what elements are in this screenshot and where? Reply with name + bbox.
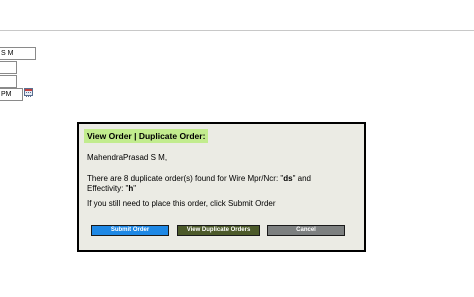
dialog-title: View Order | Duplicate Order:: [84, 129, 209, 143]
message-prefix: There are 8 duplicate order(s) found for…: [87, 174, 284, 183]
time-field[interactable]: PM: [0, 88, 23, 101]
form-field-2[interactable]: [0, 61, 17, 74]
requester-name-field[interactable]: S M: [0, 47, 36, 60]
effectivity-suffix: ": [133, 184, 137, 193]
effectivity-prefix: Effectivity: ": [87, 184, 129, 193]
submit-order-button[interactable]: Submit Order: [91, 225, 169, 236]
message-mid: " and: [292, 174, 312, 183]
duplicate-message-line-2: Effectivity: "h": [87, 184, 136, 194]
greeting-text: MahendraPrasad S M,: [87, 153, 168, 162]
cancel-button[interactable]: Cancel: [267, 225, 345, 236]
duplicate-order-dialog: View Order | Duplicate Order: MahendraPr…: [77, 122, 366, 252]
duplicate-message-line-1: There are 8 duplicate order(s) found for…: [87, 174, 311, 184]
form-field-3[interactable]: [0, 75, 17, 88]
mpr-value: ds: [283, 174, 293, 183]
instruction-text: If you still need to place this order, c…: [87, 199, 276, 208]
calendar-icon[interactable]: [24, 88, 33, 97]
view-duplicate-orders-button[interactable]: View Duplicate Orders: [177, 225, 260, 236]
header-divider: [0, 30, 474, 31]
